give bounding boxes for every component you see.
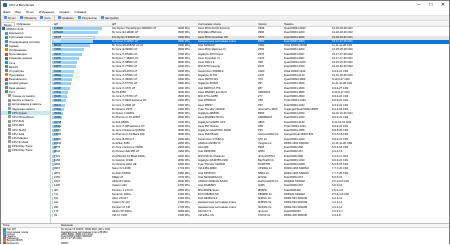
minimize-button[interactable]: – — [413, 1, 425, 9]
title-bar: CPU-Z Benchmark – □ ✕ — [1, 1, 449, 9]
network-button[interactable]: Сеть — [39, 16, 51, 21]
detail-row: Результат 94637 — [1, 241, 449, 245]
detail-panel: Поле Значение Тип ЦП 6C Ryzen 5 1600X, 36… — [1, 224, 449, 245]
score-bar — [52, 184, 53, 188]
score-bar — [52, 175, 53, 179]
toolbar-label: Обновить — [23, 15, 37, 20]
tree-node-icon — [5, 31, 8, 35]
navigation-tree: AIDA64 v6.33 Компьютер Системная плата Опер… — [1, 27, 51, 223]
report-icon — [4, 15, 7, 19]
cell-chipset: CN700 Int. — [258, 214, 271, 217]
toolbar-label: Отчет — [8, 15, 16, 20]
toolbar-label: Настройки — [104, 15, 119, 20]
close-button[interactable]: ✕ — [437, 1, 449, 9]
score-bar — [52, 192, 53, 196]
tab-favorites[interactable]: Избранное — [15, 22, 33, 26]
app-icon — [3, 3, 7, 7]
maximize-button[interactable]: □ — [425, 1, 437, 9]
score-bar — [52, 201, 53, 205]
score-bar — [52, 188, 53, 192]
tree-node-icon — [5, 69, 8, 73]
results-table: 115805 32x Ryzen Threadripper 2990WX HT 30… — [52, 27, 449, 223]
cell-board: VIA EPIA-CN — [198, 214, 214, 217]
tree-item-label: FP64 Ray-Trace — [12, 148, 33, 153]
compare-icon — [57, 15, 61, 19]
results-icon — [78, 15, 82, 19]
tree-node-icon — [8, 140, 11, 144]
refresh-icon — [19, 15, 23, 19]
toolbar-label: Сеть — [44, 15, 51, 20]
cell-clock: 1500 МГц — [178, 214, 190, 217]
tree-node-icon — [5, 90, 8, 94]
toolbar: Отчет Обновить Сеть Сравнить Результаты Настр… — [1, 15, 449, 21]
tree-node-icon — [8, 136, 11, 140]
detail-field: Результат — [3, 241, 19, 245]
detail-value: 94637 — [61, 241, 69, 245]
tree-node-icon — [8, 132, 11, 136]
tree-node-icon — [8, 94, 11, 98]
tree-node-icon — [8, 123, 11, 127]
network-icon — [40, 15, 44, 19]
tree-node-icon — [8, 111, 11, 115]
tree-node-icon — [5, 39, 8, 43]
tree-node-icon — [5, 48, 8, 52]
tree-node-icon — [5, 86, 8, 90]
compare-button[interactable]: Сравнить — [57, 16, 75, 21]
tree-node-icon — [5, 65, 8, 69]
tree-node-icon — [5, 81, 8, 85]
cell-score: 93 — [54, 214, 57, 217]
tree-node-icon — [5, 56, 8, 60]
tree-node-icon — [5, 44, 8, 48]
tree-item[interactable]: FP64 Ray-Trace — [1, 148, 50, 152]
app-window: CPU-Z Benchmark – □ ✕ Файл Вид Отчет Избран… — [0, 0, 450, 245]
refresh-button[interactable]: Обновить — [19, 16, 38, 21]
score-bar — [52, 214, 53, 218]
tree-node-icon — [8, 144, 11, 148]
detail-field-label: Результат — [6, 241, 19, 245]
score-bar — [52, 197, 53, 201]
tree-node-icon — [8, 127, 11, 131]
toolbar-label: Сравнить — [61, 15, 75, 20]
settings-icon — [100, 15, 104, 19]
tree-node-icon — [8, 119, 11, 123]
window-title: CPU-Z Benchmark — [9, 3, 35, 7]
tree-node-icon — [5, 35, 8, 39]
score-bar — [52, 209, 53, 213]
tree-node-icon — [5, 77, 8, 81]
tree-node-icon — [5, 73, 8, 77]
tab-menu[interactable]: Меню — [1, 22, 15, 27]
score-bar — [52, 180, 53, 184]
tree-node-icon — [8, 115, 11, 119]
tree-node-icon — [5, 60, 8, 64]
tree-node-icon — [2, 27, 5, 31]
cell-timing: 3-3-3-8 — [332, 214, 341, 217]
tree-node-icon — [8, 106, 11, 110]
tree-node-icon — [5, 52, 8, 56]
cell-memory: DDR2-400 SDRAM — [284, 214, 308, 217]
toolbar-label: Результаты — [82, 15, 97, 20]
tree-node-icon — [8, 102, 11, 106]
table-row[interactable]: 93 VIA C7 1500 1500 МГц VIA EPIA-CN CN700 In… — [52, 214, 449, 218]
results-button[interactable]: Результаты — [77, 16, 98, 21]
report-button[interactable]: Отчет — [3, 16, 17, 21]
tree-node-icon — [8, 148, 11, 152]
score-bar — [52, 205, 53, 209]
tree-node-icon — [8, 98, 11, 102]
settings-button[interactable]: Настройки — [100, 16, 120, 21]
toolbar-separator — [53, 16, 55, 20]
cell-cpu: VIA C7 1500 — [112, 214, 128, 217]
